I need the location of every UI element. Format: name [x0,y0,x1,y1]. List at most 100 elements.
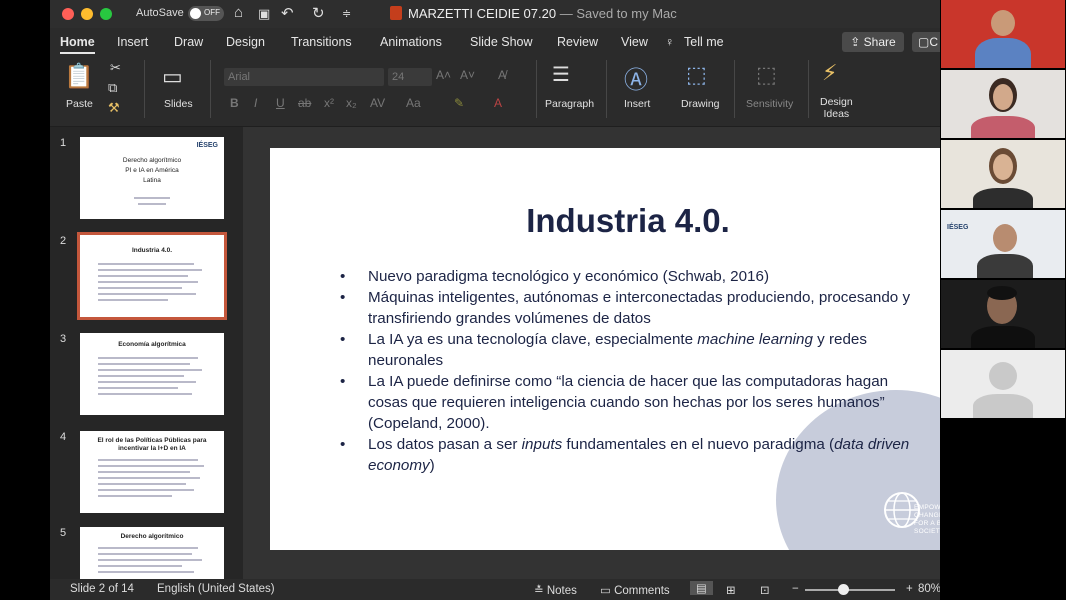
slide-bullet-list: Nuevo paradigma tecnológico y económico … [340,266,920,476]
drawing-button[interactable]: Drawing [681,98,720,110]
clear-format-icon[interactable]: A̸ [498,68,506,82]
thumb-number: 4 [60,431,67,443]
slide-thumbnail-3[interactable]: Economía algorítmica [80,333,224,415]
slide-bullet: Máquinas inteligentes, autónomas e inter… [340,287,920,329]
normal-view-icon[interactable]: ▤ [690,581,713,595]
close-window-button[interactable] [62,8,74,20]
slide-thumbnails-pane: 1 IÉSEG Derecho algorítmico PI e IA en A… [50,127,243,579]
paragraph-button[interactable]: Paragraph [545,98,594,110]
font-name-select[interactable]: Arial [224,68,384,86]
bullet-text: inputs [521,436,563,453]
tab-design[interactable]: Design [226,35,265,49]
participant-video-1[interactable] [941,0,1065,68]
ieseg-logo-background: IÉSEG [947,224,969,231]
notes-button[interactable]: ≛ Notes [534,583,577,597]
zoom-level[interactable]: 80% [918,583,941,595]
cut-icon[interactable]: ✂ [110,60,121,76]
insert-shape-icon[interactable]: Ⓐ [624,60,648,95]
slide-thumbnail-2[interactable]: Industria 4.0. [77,232,227,320]
insert-button[interactable]: Insert [624,98,650,110]
comment-icon: ▢ [918,35,930,49]
underline-icon[interactable]: U [276,96,285,110]
format-painter-icon[interactable]: ⚒ [108,100,120,116]
tab-review[interactable]: Review [557,35,598,49]
participant-video-4[interactable]: IÉSEG [941,210,1065,278]
change-case-icon[interactable]: Aa [406,96,421,110]
drawing-icon[interactable]: ⬚ [686,62,707,88]
status-bar: Slide 2 of 14 English (United States) ≛ … [50,579,940,600]
slide-thumbnail-4[interactable]: El rol de las Políticas Públicas para in… [80,431,224,513]
slide-thumbnail-5[interactable]: Derecho algorítmico [80,527,224,579]
home-icon[interactable]: ⌂ [234,4,243,21]
participant-video-3[interactable] [941,140,1065,208]
slides-button[interactable]: Slides [164,98,193,110]
redo-icon[interactable]: ↻ [312,4,325,22]
paste-icon[interactable]: 📋 [64,62,94,91]
participant-video-5[interactable] [941,280,1065,348]
paste-button[interactable]: Paste [66,98,93,110]
strikethrough-icon[interactable]: ab [298,96,311,110]
tab-slide-show[interactable]: Slide Show [470,35,533,49]
bullet-text: Los datos pasan a ser [368,436,522,453]
sensitivity-icon[interactable]: ⬚ [756,62,777,88]
comments-icon: ▭ [600,585,615,597]
undo-icon[interactable]: ↶ [281,4,294,22]
tab-view[interactable]: View [621,35,648,49]
participant-video-2[interactable] [941,70,1065,138]
design-ideas-icon[interactable]: ⚡ [822,60,837,86]
tab-insert[interactable]: Insert [117,35,148,49]
sensitivity-button[interactable]: Sensitivity [746,98,793,110]
slide-counter: Slide 2 of 14 [70,583,134,595]
increase-font-icon[interactable]: A˄ [436,68,451,82]
zoom-slider[interactable] [805,589,895,591]
tab-home[interactable]: Home [60,35,95,54]
bullet-text: ) [429,457,435,474]
comments-pane-button[interactable]: ▭ Comments [600,583,670,597]
participant-video-6[interactable] [941,350,1065,418]
slide-title: Industria 4.0. [526,202,730,239]
zoom-window-button[interactable] [100,8,112,20]
slide-edit-area: EMPOWERING CHANGEMAKERS FOR A BETTER SOC… [243,127,986,579]
thumb-number: 3 [60,333,67,345]
zoom-out-icon[interactable]: − [792,583,799,595]
subscript-icon[interactable]: x₂ [346,96,357,110]
italic-icon[interactable]: I [254,96,257,110]
current-slide[interactable]: EMPOWERING CHANGEMAKERS FOR A BETTER SOC… [270,148,986,550]
minimize-window-button[interactable] [81,8,93,20]
zoom-slider-handle[interactable] [838,584,849,595]
share-button[interactable]: ⇪ Share [842,32,904,52]
zoom-in-icon[interactable]: + [906,583,913,595]
notes-label: Notes [546,585,577,597]
slide-thumbnail-1[interactable]: IÉSEG Derecho algorítmico PI e IA en Amé… [80,137,224,219]
design-ideas-button[interactable]: Design Ideas [820,96,853,120]
char-spacing-icon[interactable]: AV [370,96,385,110]
tab-animations[interactable]: Animations [380,35,442,49]
paragraph-icon[interactable]: ☰ [552,62,570,87]
highlight-icon[interactable]: ✎ [454,96,464,110]
font-color-icon[interactable]: A [494,96,502,110]
decrease-font-icon[interactable]: A˅ [460,68,475,82]
tab-draw[interactable]: Draw [174,35,203,49]
tell-me-search[interactable]: Tell me [684,35,724,49]
reading-view-icon[interactable]: ⊡ [760,583,770,597]
tab-transitions[interactable]: Transitions [291,35,352,49]
lightbulb-icon: ♀ [665,35,675,49]
font-size-select[interactable]: 24 [388,68,432,86]
autosave-toggle[interactable]: OFF [188,6,224,21]
bullet-text: machine learning [697,331,813,348]
language-indicator[interactable]: English (United States) [157,583,275,595]
slide-sorter-icon[interactable]: ⊞ [726,583,736,597]
slide-bullet: Los datos pasan a ser inputs fundamental… [340,434,920,476]
new-slide-icon[interactable]: ▭ [162,64,183,90]
copy-icon[interactable]: ⧉ [108,80,117,96]
bold-icon[interactable]: B [230,96,239,110]
thumb-number: 5 [60,527,67,539]
design-ideas-label-1: Design [820,96,853,108]
ribbon-tabs: Home Insert Draw Design Transitions Anim… [50,28,940,56]
save-icon[interactable]: ▣ [258,6,270,22]
customize-icon[interactable]: ≑ [342,7,351,20]
powerpoint-window: AutoSave OFF ⌂ ▣ ↶ ↻ ≑ MARZETTI CEIDIE 0… [50,0,986,600]
comments-button[interactable]: ▢C [912,32,940,52]
thumb-title-line: Industria 4.0. [131,247,173,254]
superscript-icon[interactable]: x² [324,96,334,110]
